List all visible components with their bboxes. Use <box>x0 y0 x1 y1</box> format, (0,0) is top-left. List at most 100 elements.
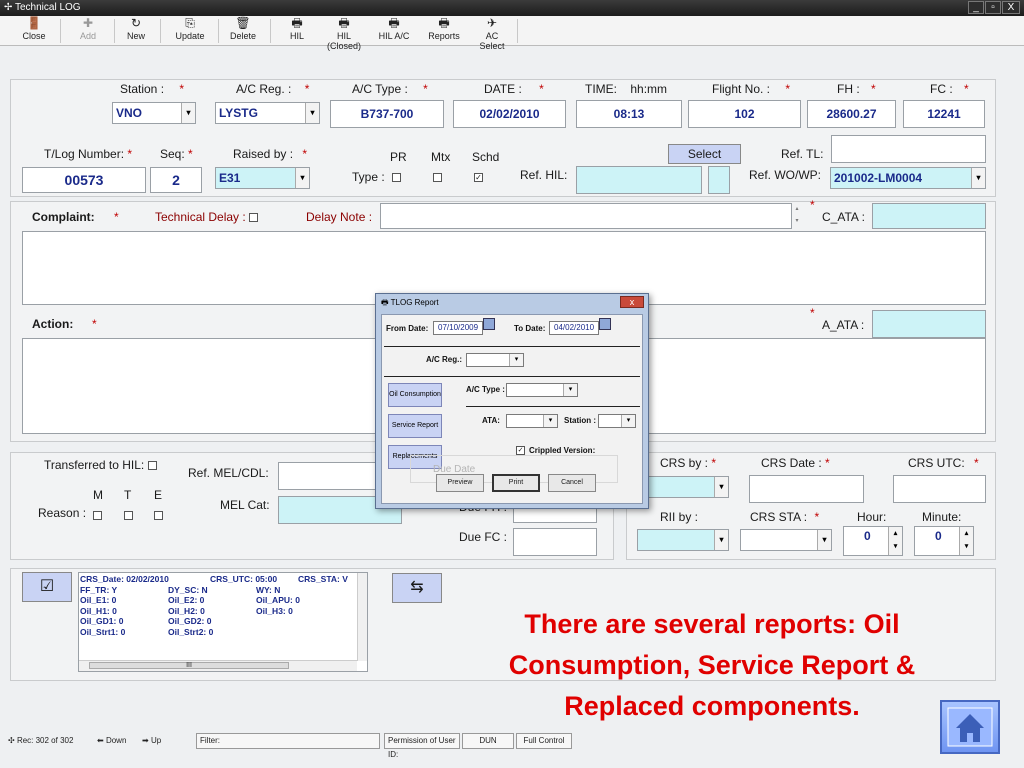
preview-button[interactable]: Preview <box>436 474 484 492</box>
e-label: E <box>154 488 163 502</box>
minute-stepper[interactable]: 0 ▴ ▾ <box>914 526 974 556</box>
window-title: Technical LOG <box>15 2 81 13</box>
crs-sta-label: CRS STA : * <box>750 510 820 524</box>
station-select[interactable]: VNO ▾ <box>112 102 196 124</box>
record-counter: ✣ Rec: 302 of 302 <box>8 736 74 745</box>
from-date-label: From Date: <box>386 324 429 333</box>
toolbar-ac-select-button[interactable]: ✈ AC Select <box>472 16 512 51</box>
cancel-button[interactable]: Cancel <box>548 474 596 492</box>
toolbar-reports-button[interactable]: 🖶 Reports <box>425 16 463 46</box>
a-ata-label: A_ATA : <box>822 318 865 332</box>
stepper-arrows-icon: ▴ ▾ <box>888 527 902 555</box>
reason-m-checkbox[interactable] <box>93 511 102 520</box>
chevron-down-icon: ▾ <box>181 103 195 123</box>
oil-consumption-button[interactable]: Oil Consumption <box>388 383 442 407</box>
flight-field[interactable]: 102 <box>688 100 801 128</box>
crippled-version-checkbox[interactable]: ✓ <box>516 446 525 455</box>
acreg-select[interactable]: LYSTG ▾ <box>215 102 320 124</box>
print-button[interactable]: Print <box>492 474 540 492</box>
printer-icon: 🖶 <box>338 16 350 30</box>
tlog-report-dialog: 🖶 TLOG Report x From Date: 07/10/2009 To… <box>375 293 649 509</box>
crs-date-field[interactable] <box>749 475 864 503</box>
aata-required-star: * <box>810 306 815 320</box>
maximize-button[interactable]: ▫ <box>985 1 1001 14</box>
crs-by-select[interactable]: ▾ <box>637 476 729 498</box>
hour-stepper[interactable]: 0 ▴ ▾ <box>843 526 903 556</box>
to-calendar-icon[interactable] <box>599 318 611 330</box>
arrow-left-icon: ⬅ <box>97 736 104 745</box>
fc-field[interactable]: 12241 <box>903 100 985 128</box>
fh-label: FH : * <box>837 82 876 96</box>
toolbar-hil-closed-button[interactable]: 🖶 HIL (Closed) <box>320 16 368 51</box>
to-date-field[interactable]: 04/02/2010 <box>549 321 599 335</box>
dialog-actype-select[interactable]: ▾ <box>506 383 578 397</box>
tlog-number-field[interactable]: 00573 <box>22 167 146 193</box>
home-button[interactable] <box>940 700 1000 754</box>
dialog-acreg-select[interactable]: ▾ <box>466 353 524 367</box>
action-label: Action: <box>32 317 74 331</box>
toolbar-update-button[interactable]: ⎘ Update <box>170 16 210 46</box>
down-button[interactable]: ⬅ Down <box>97 733 126 749</box>
minimize-button[interactable]: _ <box>968 1 984 14</box>
toolbar-new-button[interactable]: ↻ New <box>120 16 152 46</box>
ref-hil-extra-field[interactable] <box>708 166 730 194</box>
seq-field[interactable]: 2 <box>150 167 202 193</box>
time-label: TIME: hh:mm <box>585 82 668 96</box>
transferred-checkbox[interactable] <box>147 461 157 471</box>
a-ata-field[interactable] <box>872 310 986 338</box>
fh-field[interactable]: 28600.27 <box>807 100 896 128</box>
reason-e-checkbox[interactable] <box>154 511 163 520</box>
up-button[interactable]: ➡ Up <box>142 733 161 749</box>
toolbar-delete-button[interactable]: 🗑 Delete <box>226 16 260 46</box>
rii-by-select[interactable]: ▾ <box>637 529 729 551</box>
fc-label: FC : * <box>930 82 969 96</box>
time-field[interactable]: 08:13 <box>576 100 682 128</box>
swap-arrows-icon: ⇆ <box>410 579 424 596</box>
service-report-button[interactable]: Service Report <box>388 414 442 438</box>
reason-t-checkbox[interactable] <box>124 511 133 520</box>
ref-hil-field[interactable] <box>576 166 702 194</box>
from-calendar-icon[interactable] <box>483 318 495 330</box>
dialog-ata-select[interactable]: ▾ <box>506 414 558 428</box>
date-field[interactable]: 02/02/2010 <box>453 100 566 128</box>
actype-field[interactable]: B737-700 <box>330 100 444 128</box>
raised-by-select[interactable]: E31 ▾ <box>215 167 310 189</box>
select-button[interactable]: Select <box>668 144 741 164</box>
swap-button[interactable]: ⇆ <box>392 573 442 603</box>
printer-icon: 🖶 <box>381 298 389 307</box>
toolbar-separator <box>517 19 518 43</box>
new-icon: ↻ <box>130 16 142 30</box>
to-date-label: To Date: <box>514 324 546 333</box>
toolbar-add-button[interactable]: ✚ Add <box>70 16 106 46</box>
ref-tl-field[interactable] <box>831 135 986 163</box>
schd-label: Schd <box>472 150 500 164</box>
close-window-button[interactable]: X <box>1002 1 1020 14</box>
airplane-icon: ✈ <box>486 16 498 30</box>
dialog-station-select[interactable]: ▾ <box>598 414 636 428</box>
nav-icon: ✣ <box>8 736 15 745</box>
ref-tl-label: Ref. TL: <box>781 147 824 161</box>
ref-wo-select[interactable]: 201002-LM0004 ▾ <box>830 167 986 189</box>
from-date-field[interactable]: 07/10/2009 <box>433 321 483 335</box>
dialog-close-button[interactable]: x <box>620 296 644 308</box>
type-schd-checkbox[interactable]: ✓ <box>474 173 483 182</box>
toolbar-close-button[interactable]: 🚪 Close <box>16 16 52 46</box>
c-ata-field[interactable] <box>872 203 986 229</box>
crs-utc-field[interactable] <box>893 475 986 503</box>
type-pr-checkbox[interactable] <box>392 173 401 182</box>
delay-note-spinner[interactable]: ▴ ▾ <box>792 203 802 229</box>
toolbar-hil-ac-button[interactable]: 🖶 HIL A/C <box>376 16 412 46</box>
dialog-divider <box>384 376 640 377</box>
ref-mel-field[interactable] <box>278 462 378 490</box>
crs-sta-select[interactable]: ▾ <box>740 529 832 551</box>
due-fc-field[interactable] <box>513 528 597 556</box>
checkbox-icon: ☑ <box>39 578 55 595</box>
info-vertical-scrollbar[interactable] <box>357 573 367 661</box>
printer-icon: 🖶 <box>291 16 303 30</box>
type-mtx-checkbox[interactable] <box>433 173 442 182</box>
info-horizontal-scrollbar[interactable]: III <box>79 660 357 671</box>
sign-checkbox-button[interactable]: ☑ <box>22 572 72 602</box>
toolbar-hil-button[interactable]: 🖶 HIL <box>280 16 314 46</box>
delay-note-field[interactable] <box>380 203 792 229</box>
update-icon: ⎘ <box>185 16 195 30</box>
